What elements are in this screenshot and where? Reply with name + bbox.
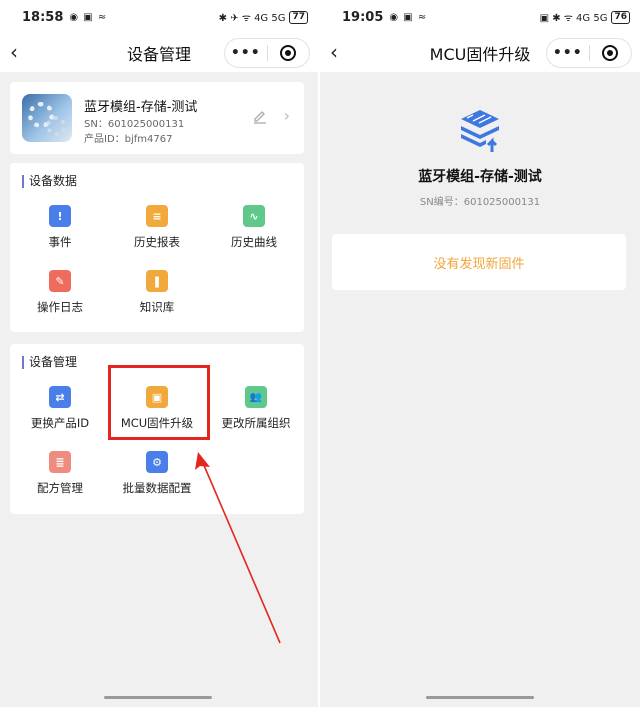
nav-bar: ‹ 设备管理 •••	[0, 34, 318, 72]
battery-icon: 76	[611, 10, 630, 24]
grid-item-label: 知识库	[139, 300, 175, 314]
grid-item-change-organization[interactable]: 👥 更改所属组织	[206, 386, 306, 431]
close-miniprogram-button[interactable]	[267, 45, 309, 61]
grid-item-label: 更改所属组织	[221, 416, 291, 430]
grid-item-history-report[interactable]: ≡ 历史报表	[107, 205, 207, 250]
close-miniprogram-button[interactable]	[589, 45, 631, 61]
target-icon	[602, 45, 619, 61]
swap-icon: ⇄	[49, 386, 71, 408]
group-icon: 👥	[245, 386, 267, 408]
status-system-icons: ◉ ▣ ≈	[69, 11, 108, 23]
signal-icons: ✱ ✈ ᯤ 4G 5G	[218, 13, 286, 24]
back-icon[interactable]: ‹	[10, 40, 30, 64]
curve-icon: ∿	[243, 205, 265, 227]
log-icon: ✎	[49, 270, 71, 292]
grid-item-operation-log[interactable]: ✎ 操作日志	[10, 270, 110, 315]
section-title-device-data: 设备数据	[22, 175, 77, 188]
status-bar: 18:58 ◉ ▣ ≈ ✱ ✈ ᯤ 4G 5G 77	[0, 0, 318, 34]
grid-item-change-product-id[interactable]: ⇄ 更换产品ID	[10, 386, 110, 431]
grid-item-label: 事件	[48, 235, 72, 249]
no-new-firmware-message: 没有发现新固件	[433, 256, 525, 272]
grid-item-recipe-management[interactable]: ≣ 配方管理	[10, 451, 110, 496]
device-sn: SN编号：601025000131	[419, 197, 541, 208]
nav-bar: ‹ MCU固件升级 •••	[320, 34, 640, 72]
mcu-firmware-upgrade-screen: 19:05 ◉ ▣ ≈ ▣ ✱ ᯤ 4G 5G 76 ‹ MCU固件升级 •••…	[320, 0, 640, 707]
batch-config-icon: ⚙	[146, 451, 168, 473]
grid-item-label: 批量数据配置	[122, 481, 192, 495]
grid-item-label: 更换产品ID	[30, 416, 90, 430]
device-data-section: 设备数据 ! 事件 ≡ 历史报表 ∿ 历史曲线 ✎ 操作日志 ❚ 知识库	[10, 163, 304, 332]
recipe-icon: ≣	[49, 451, 71, 473]
home-indicator	[426, 696, 534, 699]
grid-item-label: 历史曲线	[231, 235, 277, 249]
grid-item-label: 操作日志	[37, 300, 83, 314]
status-time: 18:58	[22, 9, 64, 25]
status-right-icons: ✱ ✈ ᯤ 4G 5G 77	[219, 10, 308, 24]
section-title-device-manage: 设备管理	[22, 356, 77, 369]
miniprogram-capsule: •••	[224, 38, 310, 68]
status-right-icons: ▣ ✱ ᯤ 4G 5G 76	[540, 10, 630, 24]
edit-icon[interactable]	[252, 108, 268, 124]
status-bar: 19:05 ◉ ▣ ≈ ▣ ✱ ᯤ 4G 5G 76	[320, 0, 640, 34]
signal-icons: ▣ ✱ ᯤ 4G 5G	[539, 13, 608, 24]
knowledge-icon: ❚	[146, 270, 168, 292]
more-button[interactable]: •••	[225, 45, 267, 61]
grid-item-history-curve[interactable]: ∿ 历史曲线	[204, 205, 304, 250]
device-management-screen: 18:58 ◉ ▣ ≈ ✱ ✈ ᯤ 4G 5G 77 ‹ 设备管理 ••• 蓝牙…	[0, 0, 318, 707]
firmware-status-card: 没有发现新固件	[332, 234, 626, 290]
status-time: 19:05	[342, 9, 384, 25]
device-product-id: 产品ID：bjfm4767	[84, 134, 173, 145]
grid-item-event[interactable]: ! 事件	[10, 205, 110, 250]
event-icon: !	[49, 205, 71, 227]
home-indicator	[104, 696, 212, 699]
grid-item-batch-data-config[interactable]: ⚙ 批量数据配置	[107, 451, 207, 496]
grid-item-label: 历史报表	[134, 235, 180, 249]
device-card[interactable]: 蓝牙模组-存储-测试 SN：601025000131 产品ID：bjfm4767…	[10, 82, 304, 154]
highlight-box	[108, 365, 210, 440]
page-title: MCU固件升级	[429, 45, 531, 64]
chevron-right-icon[interactable]: ›	[284, 106, 290, 125]
status-system-icons: ◉ ▣ ≈	[389, 11, 428, 23]
device-name: 蓝牙模组-存储-测试	[418, 169, 542, 185]
device-sn: SN：601025000131	[84, 119, 185, 130]
page-title: 设备管理	[126, 45, 191, 64]
battery-icon: 77	[289, 10, 308, 24]
back-icon[interactable]: ‹	[330, 40, 350, 64]
miniprogram-capsule: •••	[546, 38, 632, 68]
grid-item-knowledge-base[interactable]: ❚ 知识库	[107, 270, 207, 315]
report-icon: ≡	[146, 205, 168, 227]
firmware-layers-icon	[461, 110, 499, 152]
device-name: 蓝牙模组-存储-测试	[84, 100, 198, 115]
grid-item-label: 配方管理	[37, 481, 83, 495]
device-image	[22, 94, 72, 142]
target-icon	[280, 45, 297, 61]
more-button[interactable]: •••	[547, 45, 589, 61]
